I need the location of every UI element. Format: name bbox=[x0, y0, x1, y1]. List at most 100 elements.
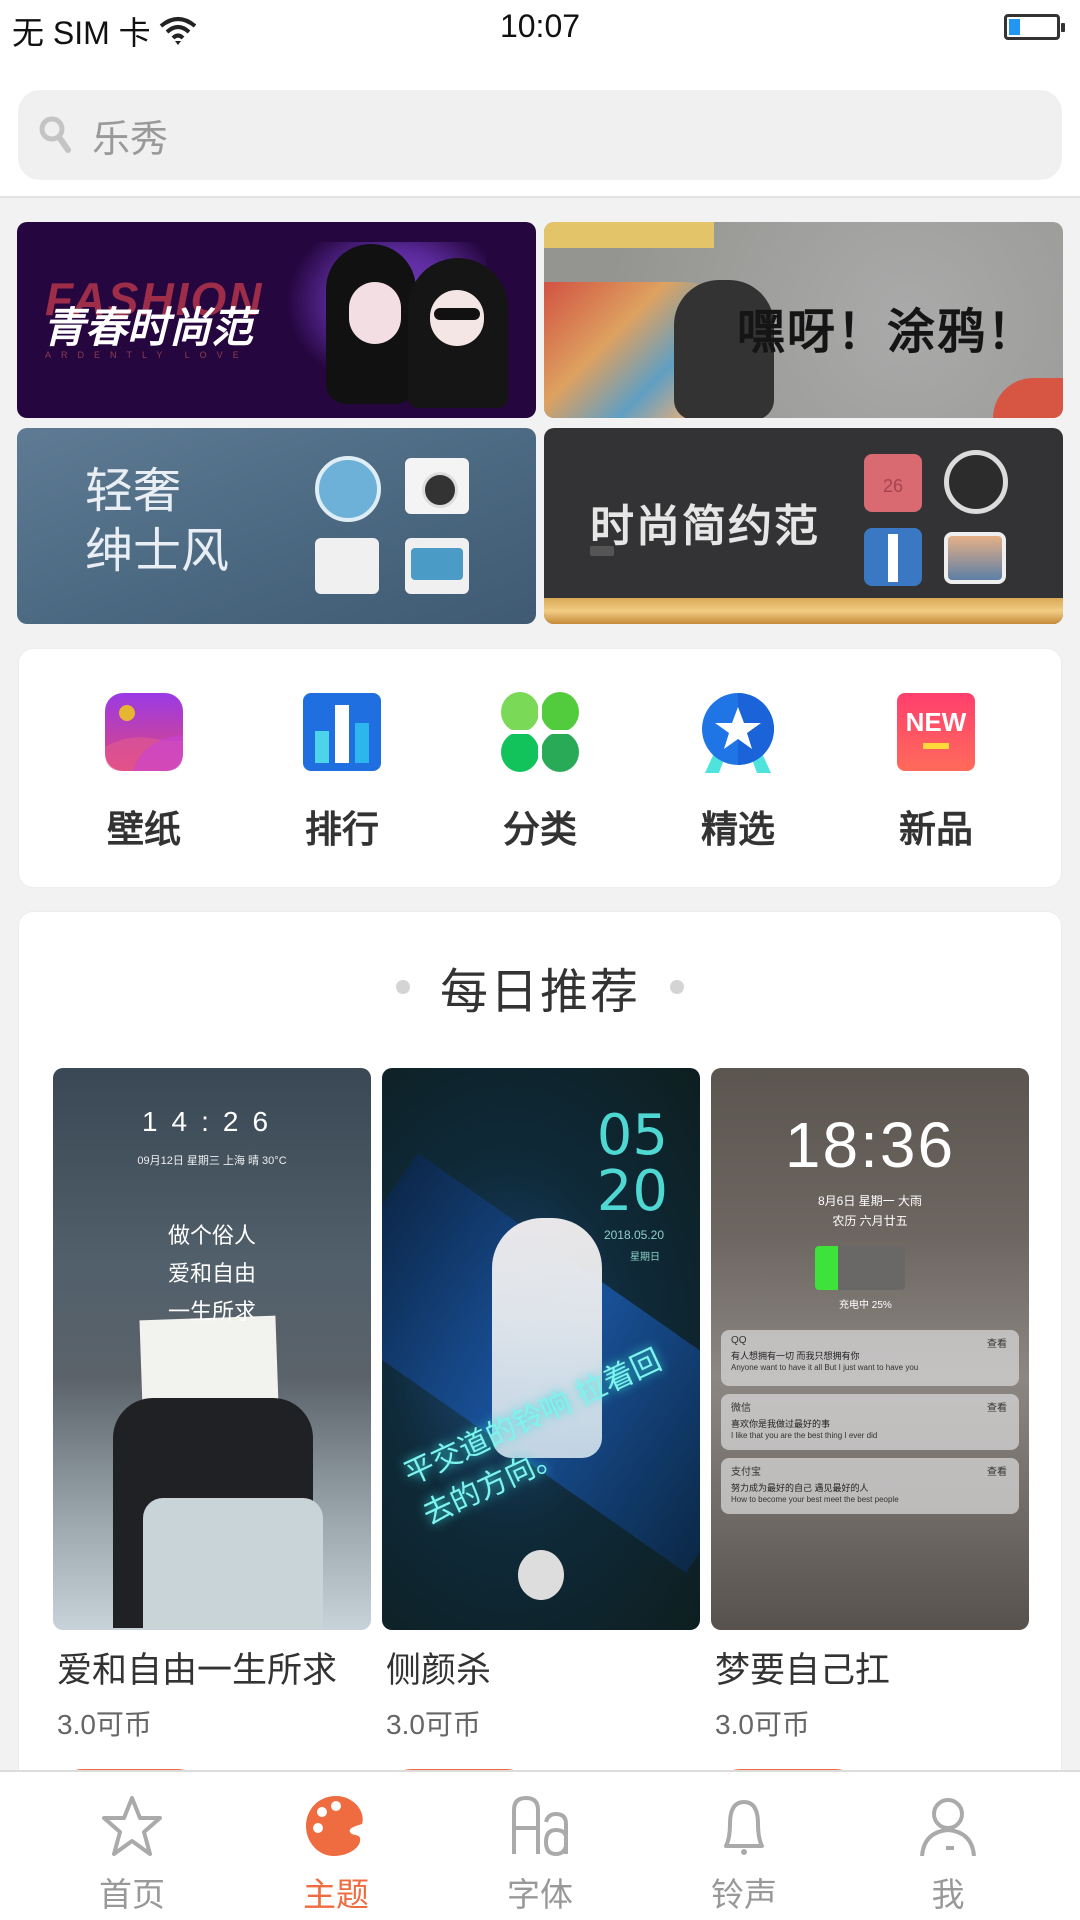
banner-gentleman[interactable]: 轻奢 绅士风 bbox=[17, 428, 536, 624]
wallpaper-icon bbox=[105, 693, 183, 771]
search-placeholder: 乐秀 bbox=[92, 118, 169, 161]
poem-line: 一生所求 bbox=[167, 1300, 256, 1325]
theme-preview[interactable]: 14:26 09月12日 星期三 上海 晴 30°C 做个俗人 爱和自由 一生所… bbox=[53, 1068, 371, 1630]
palette-icon bbox=[306, 1796, 363, 1856]
status-bar: 无 SIM 卡 10:07 bbox=[0, 0, 1080, 56]
tab-label: 我 bbox=[931, 1876, 965, 1913]
theme-card[interactable]: 18:36 8月6日 星期一 大雨 农历 六月廿五 充电中 25% QQ 查看 … bbox=[711, 1068, 1029, 1825]
theme-preview[interactable]: 05 20 2018.05.20 星期日 平交道的铃响 拉着回去的方向。 bbox=[382, 1068, 700, 1630]
category-icon bbox=[499, 691, 581, 773]
search-icon bbox=[39, 116, 71, 153]
quick-nav-label: 分类 bbox=[503, 809, 577, 850]
banner-title: 时尚简约范 bbox=[590, 502, 820, 551]
banner-graffiti[interactable]: 嘿呀！涂鸦！ bbox=[544, 222, 1063, 418]
star-icon bbox=[102, 1796, 162, 1856]
notification-action: 查看 bbox=[987, 1339, 1007, 1350]
preview-date: 8月6日 星期一 大雨 bbox=[817, 1194, 923, 1208]
status-time: 10:07 bbox=[499, 8, 581, 44]
notification-text: 努力成为最好的自己 遇见最好的人 bbox=[731, 1483, 869, 1493]
search-input[interactable]: 乐秀 bbox=[18, 90, 1062, 180]
preview-clock: 14:26 bbox=[141, 1106, 283, 1137]
camera-icon bbox=[405, 458, 469, 514]
calendar-day: 26 bbox=[882, 476, 904, 496]
theme-preview[interactable]: 18:36 8月6日 星期一 大雨 农历 六月廿五 充电中 25% QQ 查看 … bbox=[711, 1068, 1029, 1630]
quick-nav-label: 壁纸 bbox=[107, 809, 181, 850]
theme-name: 梦要自己扛 bbox=[715, 1651, 891, 1690]
ranking-icon bbox=[303, 693, 381, 771]
phone-icon bbox=[315, 456, 381, 522]
notification-text: 有人想拥有一切 而我只想拥有你 bbox=[731, 1351, 860, 1361]
person-icon bbox=[920, 1798, 976, 1857]
quick-nav-featured[interactable]: 精选 bbox=[663, 649, 813, 887]
notification-app: 微信 bbox=[731, 1403, 751, 1414]
photo-icon bbox=[944, 532, 1006, 584]
dots-icon bbox=[590, 546, 614, 556]
bottom-tab-bar: 首页 主题 字体 铃声 我 bbox=[0, 1770, 1080, 1920]
quick-nav-wallpaper[interactable]: 壁纸 bbox=[69, 649, 219, 887]
preview-clock: 18:36 bbox=[784, 1109, 956, 1181]
wood-shelf bbox=[544, 598, 1063, 624]
theme-name: 爱和自由一生所求 bbox=[57, 1651, 338, 1690]
theme-price: 3.0可币 bbox=[57, 1709, 152, 1740]
shirt-icon bbox=[864, 528, 922, 586]
preview-notification: QQ 查看 有人想拥有一切 而我只想拥有你 Anyone want to hav… bbox=[721, 1330, 1019, 1386]
quick-nav-ranking[interactable]: 排行 bbox=[267, 649, 417, 887]
section-header: 每日推荐 bbox=[19, 952, 1061, 1022]
notification-text: Anyone want to have it all But I just wa… bbox=[731, 1363, 919, 1372]
notification-text: How to become your best meet the best pe… bbox=[731, 1495, 899, 1504]
tab-home[interactable]: 首页 bbox=[62, 1772, 202, 1920]
preview-clock: 05 20 bbox=[597, 1108, 668, 1220]
notification-app: QQ bbox=[731, 1335, 747, 1346]
banner-title-line: 轻奢 bbox=[85, 465, 182, 518]
preview-poem: 做个俗人 爱和自由 一生所求 bbox=[53, 1218, 371, 1332]
preview-battery bbox=[815, 1246, 905, 1290]
calendar-icon: 26 bbox=[864, 454, 922, 512]
preview-date: 09月12日 星期三 上海 晴 30°C bbox=[137, 1155, 287, 1167]
preview-art bbox=[518, 1550, 564, 1600]
tab-ringtone[interactable]: 铃声 bbox=[674, 1772, 814, 1920]
dot-decoration bbox=[395, 980, 410, 994]
battery-level bbox=[1009, 19, 1020, 35]
notification-app: 支付宝 bbox=[731, 1467, 761, 1478]
banner-title: 轻奢 绅士风 bbox=[85, 462, 229, 582]
tab-label: 首页 bbox=[99, 1876, 165, 1913]
svg-text:NEW: NEW bbox=[906, 707, 967, 737]
header: 乐秀 bbox=[0, 56, 1080, 198]
tab-label: 主题 bbox=[303, 1876, 369, 1913]
battery-icon bbox=[1004, 14, 1065, 40]
preview-notification: 支付宝 查看 努力成为最好的自己 遇见最好的人 How to become yo… bbox=[721, 1458, 1019, 1514]
cassette-icon bbox=[405, 538, 469, 594]
banner-youth-fashion[interactable]: FASHION 青春时尚范 ARDENTLY LOVE bbox=[17, 222, 536, 418]
banner-art bbox=[993, 378, 1063, 418]
clock-icon bbox=[944, 450, 1008, 514]
banner-art bbox=[349, 282, 401, 344]
banner-simple-fashion[interactable]: 时尚简约范 26 bbox=[544, 428, 1063, 624]
theme-list: 14:26 09月12日 星期三 上海 晴 30°C 做个俗人 爱和自由 一生所… bbox=[53, 1068, 1029, 1825]
dot-decoration bbox=[670, 980, 684, 994]
tab-label: 铃声 bbox=[711, 1876, 777, 1913]
tab-font[interactable]: 字体 bbox=[470, 1772, 610, 1920]
theme-card[interactable]: 14:26 09月12日 星期三 上海 晴 30°C 做个俗人 爱和自由 一生所… bbox=[53, 1068, 371, 1825]
preview-date: 2018.05.20 bbox=[603, 1228, 664, 1242]
notification-text: I like that you are the best thing I eve… bbox=[731, 1431, 878, 1440]
notification-action: 查看 bbox=[987, 1403, 1007, 1414]
quick-nav-category[interactable]: 分类 bbox=[465, 649, 615, 887]
notification-text: 喜欢你是我做过最好的事 bbox=[731, 1419, 831, 1429]
tab-me[interactable]: 我 bbox=[878, 1772, 1018, 1920]
theme-card[interactable]: 05 20 2018.05.20 星期日 平交道的铃响 拉着回去的方向。 侧颜杀… bbox=[382, 1068, 700, 1825]
quick-nav-label: 新品 bbox=[899, 809, 973, 850]
banner-subtitle: ARDENTLY LOVE bbox=[45, 350, 249, 360]
tab-theme[interactable]: 主题 bbox=[266, 1772, 406, 1920]
poem-line: 做个俗人 bbox=[167, 1224, 256, 1249]
banner-grid: FASHION 青春时尚范 ARDENTLY LOVE 嘿呀！涂鸦！ 轻奢 绅士… bbox=[17, 222, 1063, 624]
poem-line: 爱和自由 bbox=[167, 1262, 256, 1287]
quick-nav: 壁纸 排行 分类 精选 NEW 新品 bbox=[19, 649, 1061, 887]
banner-art bbox=[544, 222, 714, 248]
preview-hour: 05 bbox=[596, 1103, 668, 1168]
message-icon bbox=[315, 538, 379, 594]
banner-title-line: 绅士风 bbox=[85, 525, 230, 578]
section-title: 每日推荐 bbox=[439, 966, 640, 1019]
quick-nav-new[interactable]: NEW 新品 bbox=[861, 649, 1011, 887]
new-icon: NEW bbox=[897, 693, 975, 771]
banner-title: 嘿呀！涂鸦！ bbox=[736, 306, 1037, 359]
